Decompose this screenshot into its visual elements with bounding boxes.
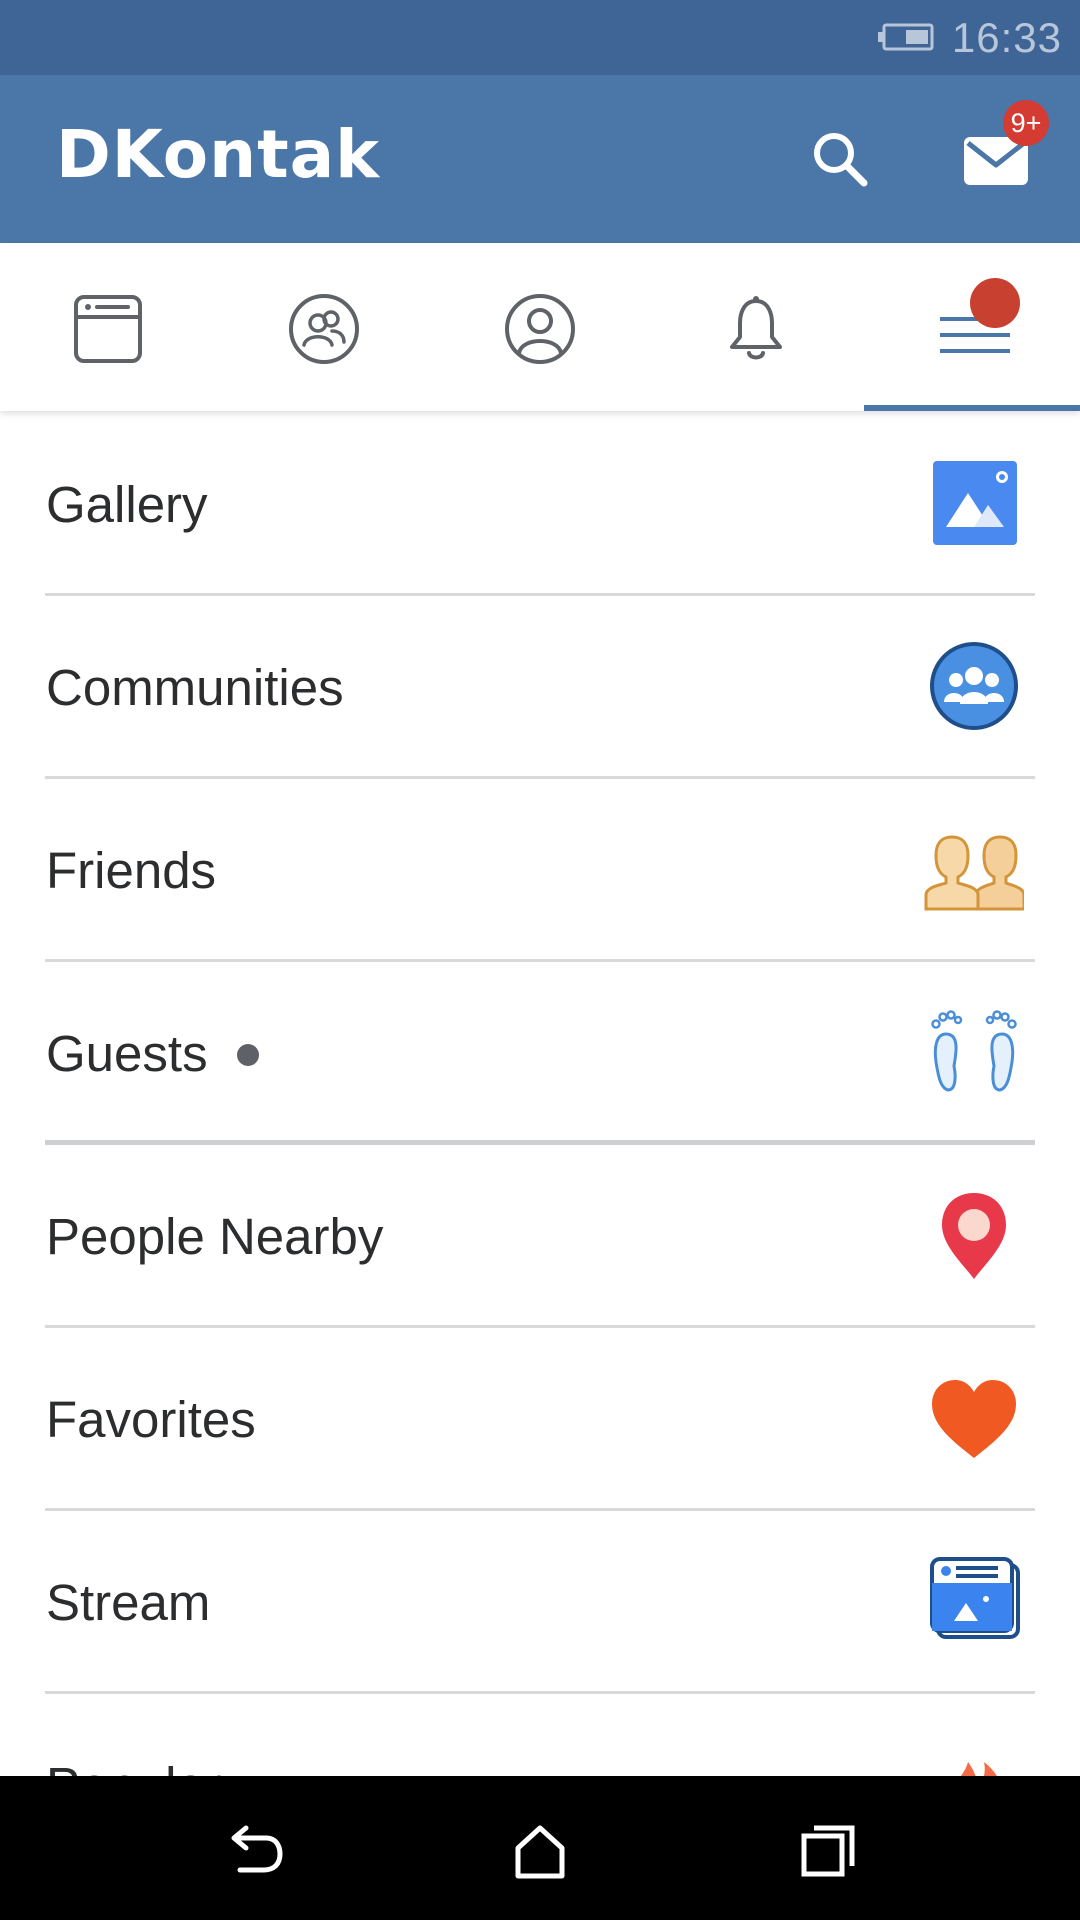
menu-item-label: People Nearby [46,1208,384,1265]
tab-notifications[interactable] [648,243,864,411]
menu-item-label: Favorites [46,1391,256,1448]
battery-icon [878,23,934,51]
menu-item-communities[interactable]: Communities [0,596,1080,779]
tab-bar [0,243,1080,411]
menu-item-stream[interactable]: Stream [0,1511,1080,1694]
bell-icon [730,296,782,360]
menu-item-gallery[interactable]: Gallery [0,413,1080,596]
tab-friends[interactable] [216,243,432,411]
footprints-icon [931,1010,1017,1092]
app-title: DKontak [56,116,381,193]
home-icon[interactable] [508,1818,572,1882]
menu-item-label: Friends [46,842,217,899]
friends-circle-icon [289,294,359,364]
gallery-icon [933,461,1017,545]
tab-news[interactable] [0,243,216,411]
menu-item-label: Guests [46,1025,208,1082]
menu-item-label: Communities [46,659,344,716]
app-bar: DKontak [0,75,1080,243]
status-bar: 16:33 [0,0,1080,75]
guests-indicator-dot [237,1044,259,1066]
menu-item-label: Gallery [46,476,208,533]
clock: 16:33 [951,14,1062,61]
stream-icon [930,1557,1020,1639]
tab-menu[interactable] [864,243,1080,411]
unread-badge: 9+ [1003,100,1049,146]
system-nav-bar [0,1776,1080,1920]
menu-item-guests[interactable]: Guests [0,962,1080,1145]
profile-icon [505,294,575,364]
location-pin-icon [942,1193,1006,1279]
search-icon[interactable] [808,127,872,191]
recents-icon[interactable] [796,1818,860,1882]
menu-item-people-nearby[interactable]: People Nearby [0,1145,1080,1328]
back-icon[interactable] [222,1818,286,1882]
newsfeed-icon [74,295,142,363]
menu-notification-dot [970,278,1020,328]
communities-icon [930,642,1018,730]
tab-profile[interactable] [432,243,648,411]
menu-item-label: Stream [46,1574,211,1631]
menu-item-favorites[interactable]: Favorites [0,1328,1080,1511]
friends-icon [924,835,1024,911]
active-tab-indicator [864,405,1080,411]
heart-icon [932,1380,1016,1458]
menu-item-friends[interactable]: Friends [0,779,1080,962]
